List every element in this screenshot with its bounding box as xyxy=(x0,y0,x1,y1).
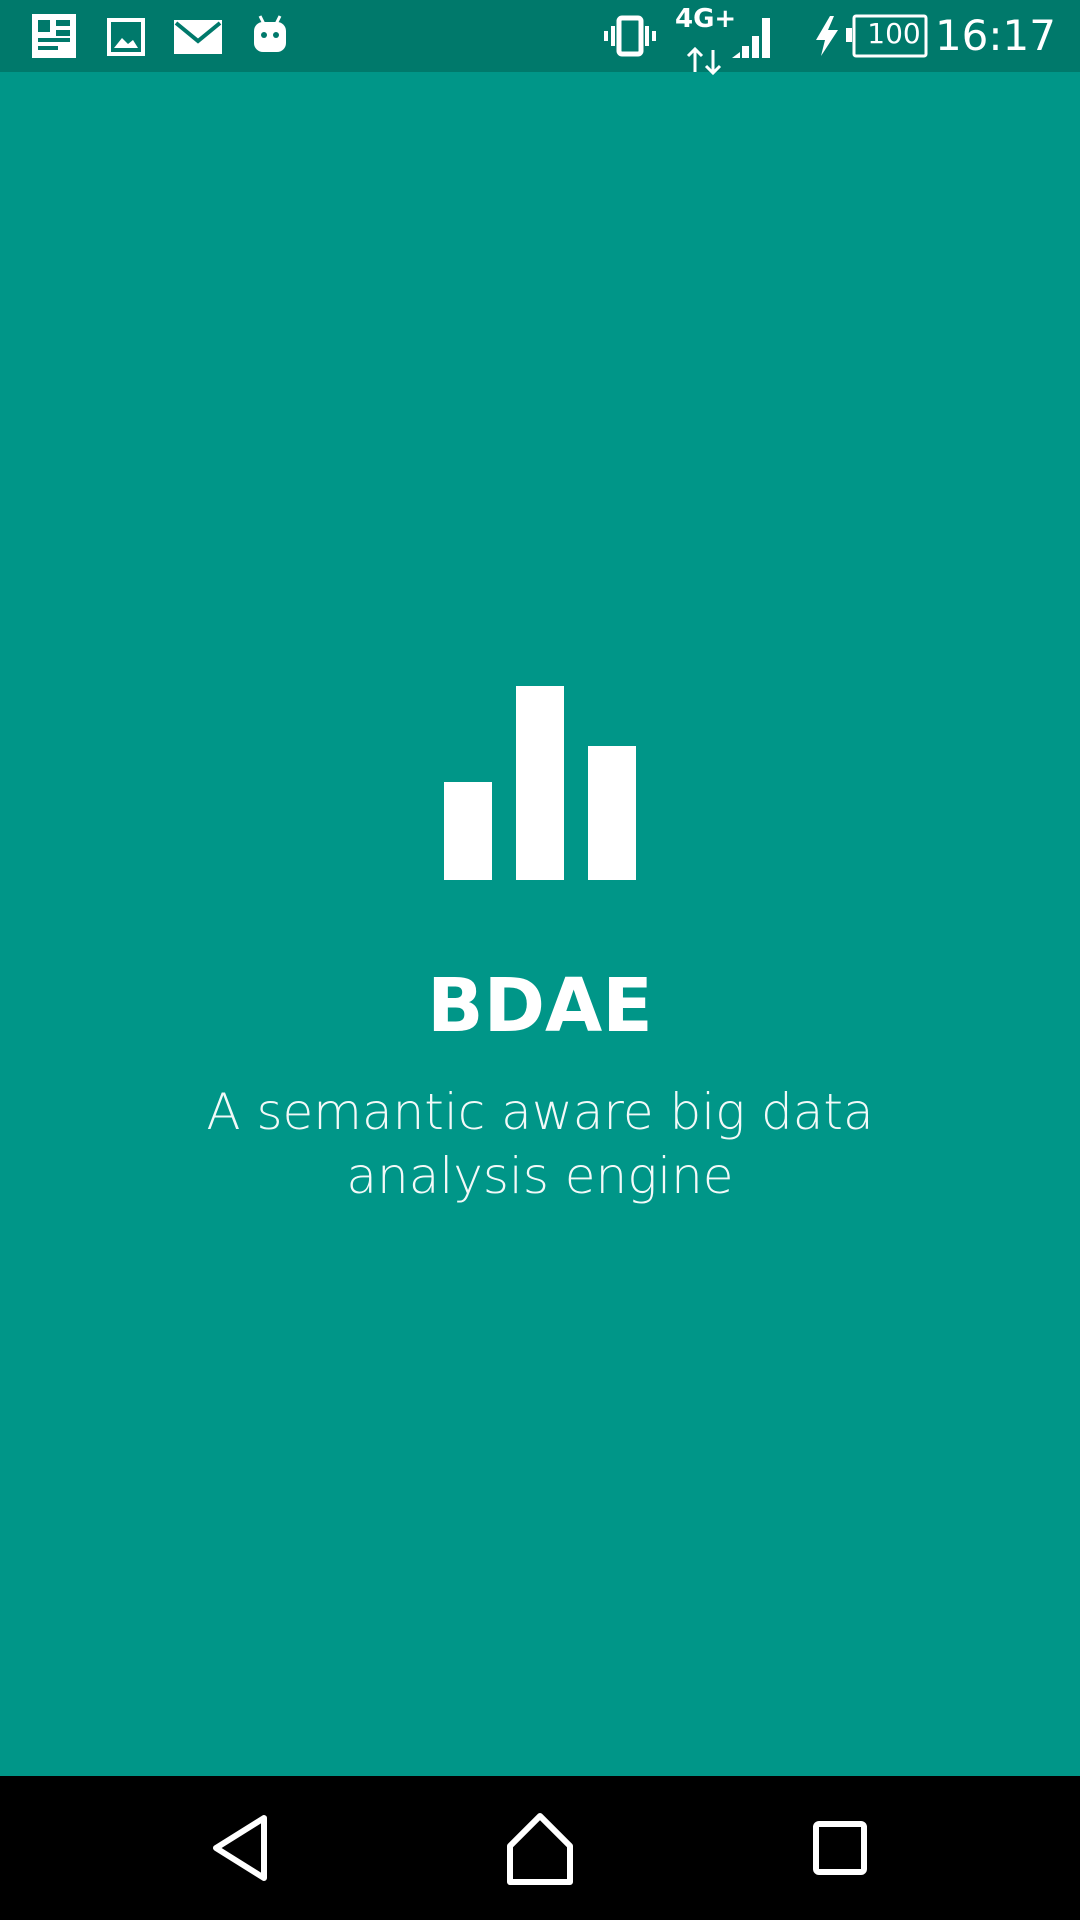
recents-icon[interactable] xyxy=(796,1804,884,1892)
logo-bar-middle xyxy=(516,686,564,880)
charging-icon xyxy=(816,16,838,56)
app-title: BDAE xyxy=(427,963,653,1049)
bar-chart-icon xyxy=(444,686,636,880)
navigation-bar xyxy=(0,1776,1080,1920)
battery-level: 100 xyxy=(867,17,921,50)
logo-bar-left xyxy=(444,782,492,880)
back-icon[interactable] xyxy=(196,1804,284,1892)
clock: 16:17 xyxy=(934,11,1056,60)
image-icon xyxy=(107,18,145,56)
logo-bar-right xyxy=(588,746,636,880)
home-icon[interactable] xyxy=(496,1804,584,1892)
data-transfer-icon xyxy=(686,46,722,76)
sim-card-icon xyxy=(32,14,76,58)
splash-screen: 4G+ 100 16:17 BDAE A semantic aware big … xyxy=(0,0,1080,1920)
vibrate-icon xyxy=(604,15,656,57)
network-type-label: 4G+ xyxy=(675,4,737,34)
android-icon xyxy=(254,15,286,52)
app-subtitle: A semantic aware big data analysis engin… xyxy=(206,1083,874,1205)
status-bar: 4G+ 100 16:17 xyxy=(0,0,1080,76)
signal-icon xyxy=(732,18,770,58)
mail-icon xyxy=(174,20,222,54)
